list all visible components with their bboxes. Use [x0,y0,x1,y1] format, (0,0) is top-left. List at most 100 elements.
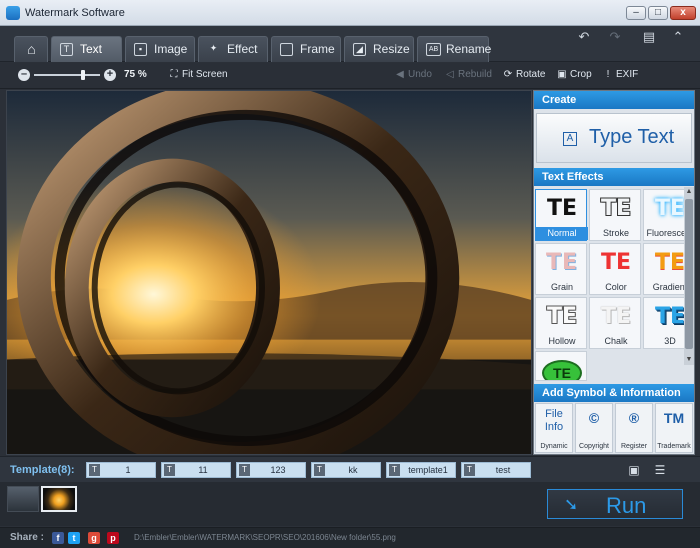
text-effects-header: Text Effects [534,168,694,186]
tab-effect[interactable]: ✦ Effect [198,36,268,62]
type-text-button[interactable]: A Type Text [536,113,692,163]
facebook-icon[interactable]: f [52,532,64,544]
template-text-icon: T [389,464,400,476]
text-t-icon: T [60,43,73,56]
file-path: D:\Embler\Embler\WATERMARK\SEOPR\SEO\201… [134,533,396,542]
minimize-button[interactable]: – [626,6,646,20]
twitter-icon[interactable]: t [68,532,80,544]
manage-templates-icon[interactable]: ☰ [652,462,668,478]
redo-arrow-icon[interactable]: ↷ [604,28,626,46]
run-wand-icon: ➘ [564,495,579,514]
tab-home[interactable]: ⌂ [14,36,48,62]
close-button[interactable]: x [670,6,696,20]
template-text-icon: T [89,464,100,476]
crop-icon: ▣ [557,69,567,80]
maximize-button[interactable]: □ [648,6,668,20]
run-button[interactable]: ➘ Run [547,489,683,519]
resize-icon: ◢ [353,43,366,56]
undo-arrow-icon[interactable]: ↶ [573,28,595,46]
image-icon: ▪ [134,43,147,56]
template-name: 123 [270,465,286,475]
type-text-icon: A [563,132,577,146]
text-panel: Create A Type Text Text Effects TE Norma… [533,90,695,455]
template-text-icon: T [314,464,325,476]
zoom-in-icon[interactable]: + [104,69,116,81]
thumbnail-image[interactable] [7,486,39,512]
template-text-icon: T [239,464,250,476]
zoom-slider-thumb[interactable] [80,70,85,80]
fit-screen-label: Fit Screen [182,69,228,80]
undo-button[interactable]: ◀ Undo [394,69,432,80]
template-item[interactable]: T 123 [236,462,306,478]
rotate-button[interactable]: ⟳ Rotate [502,69,546,80]
status-bar: Share : f t g p D:\Embler\Embler\WATERMA… [0,527,700,548]
rebuild-icon: ◁ [446,69,454,80]
tab-text-label: Text [80,42,103,56]
effect-sticker[interactable]: TE [535,351,587,381]
save-template-icon[interactable]: ▣ [626,462,642,478]
exif-button[interactable]: ! EXIF [602,69,639,80]
symbol-copyright[interactable]: © Copyright [575,403,613,453]
template-item[interactable]: Ttemplate1 [386,462,456,478]
tab-resize[interactable]: ◢ Resize [344,36,414,62]
exif-label: EXIF [616,69,639,80]
ab-rename-icon: AB [426,43,441,56]
tab-text[interactable]: T Text [51,36,122,62]
rotate-label: Rotate [516,69,546,80]
tab-image-label: Image [154,42,188,56]
effect-hollow[interactable]: TE Hollow [535,297,587,349]
template-item[interactable]: T1 [86,462,156,478]
symbol-dynamic-label: Dynamic [540,443,568,450]
google-plus-icon[interactable]: g [88,532,100,544]
effect-stroke[interactable]: TE Stroke [589,189,641,241]
effect-chalk-label: Chalk [604,336,628,346]
fit-screen-icon: ⛶ [170,69,178,80]
tab-rename[interactable]: AB Rename [417,36,491,62]
template-count-label: Template(8): [10,464,75,476]
trademark-icon: TM [663,410,685,426]
run-label: Run [606,493,647,518]
effect-grain-preview: TE [545,250,579,275]
template-name: 11 [198,465,208,475]
symbol-trademark[interactable]: TM Trademark [655,403,693,453]
effects-scroll-thumb[interactable] [685,199,693,349]
effect-color-label: Color [605,282,627,292]
zoom-slider[interactable] [34,70,100,80]
template-item[interactable]: T 11 [161,462,231,478]
crop-button[interactable]: ▣ Crop [556,69,591,80]
collapse-icon[interactable]: ⌃ [667,28,689,46]
tab-image[interactable]: ▪ Image [125,36,195,62]
effect-grain[interactable]: TE Grain [535,243,587,295]
effect-color[interactable]: TE Color [589,243,641,295]
pinterest-icon[interactable]: p [107,532,119,544]
scroll-down-icon[interactable]: ▼ [684,355,694,365]
scroll-up-icon[interactable]: ▲ [684,187,694,197]
image-canvas[interactable] [6,90,532,455]
effect-chalk[interactable]: TE Chalk [589,297,641,349]
template-text-icon: T [164,464,175,476]
image-toolbar: – + 75 % ⛶ Fit Screen ◀ Undo ◁ Rebuild ⟳ Rot… [0,63,700,89]
file-info-icon: File Info [544,408,564,433]
chat-icon[interactable]: ▤ [638,28,660,46]
effect-hollow-preview: TE [546,304,578,329]
symbol-dynamic[interactable]: File Info Dynamic [535,403,573,453]
template-item[interactable]: Tkk [311,462,381,478]
effect-chalk-preview: TE [600,304,632,329]
rebuild-button[interactable]: ◁ Rebuild [444,69,492,80]
rebuild-label: Rebuild [458,69,492,80]
tab-frame[interactable]: Frame [271,36,341,62]
template-item[interactable]: Ttest [461,462,531,478]
effects-scrollbar[interactable]: ▲ ▼ [684,187,694,365]
effect-normal-preview: TE [546,196,578,221]
magic-wand-icon: ✦ [209,43,218,53]
fit-screen-button[interactable]: ⛶ Fit Screen [168,69,228,80]
thumbnail-image-selected[interactable] [41,486,77,512]
effect-sticker-preview: TE [542,360,582,380]
symbol-register[interactable]: ® Register [615,403,653,453]
rotate-icon: ⟳ [503,69,513,80]
template-name: template1 [408,465,448,475]
template-name: test [495,465,511,475]
zoom-out-icon[interactable]: – [18,69,30,81]
template-name: 1 [125,465,131,475]
effect-normal[interactable]: TE Normal [535,189,588,241]
